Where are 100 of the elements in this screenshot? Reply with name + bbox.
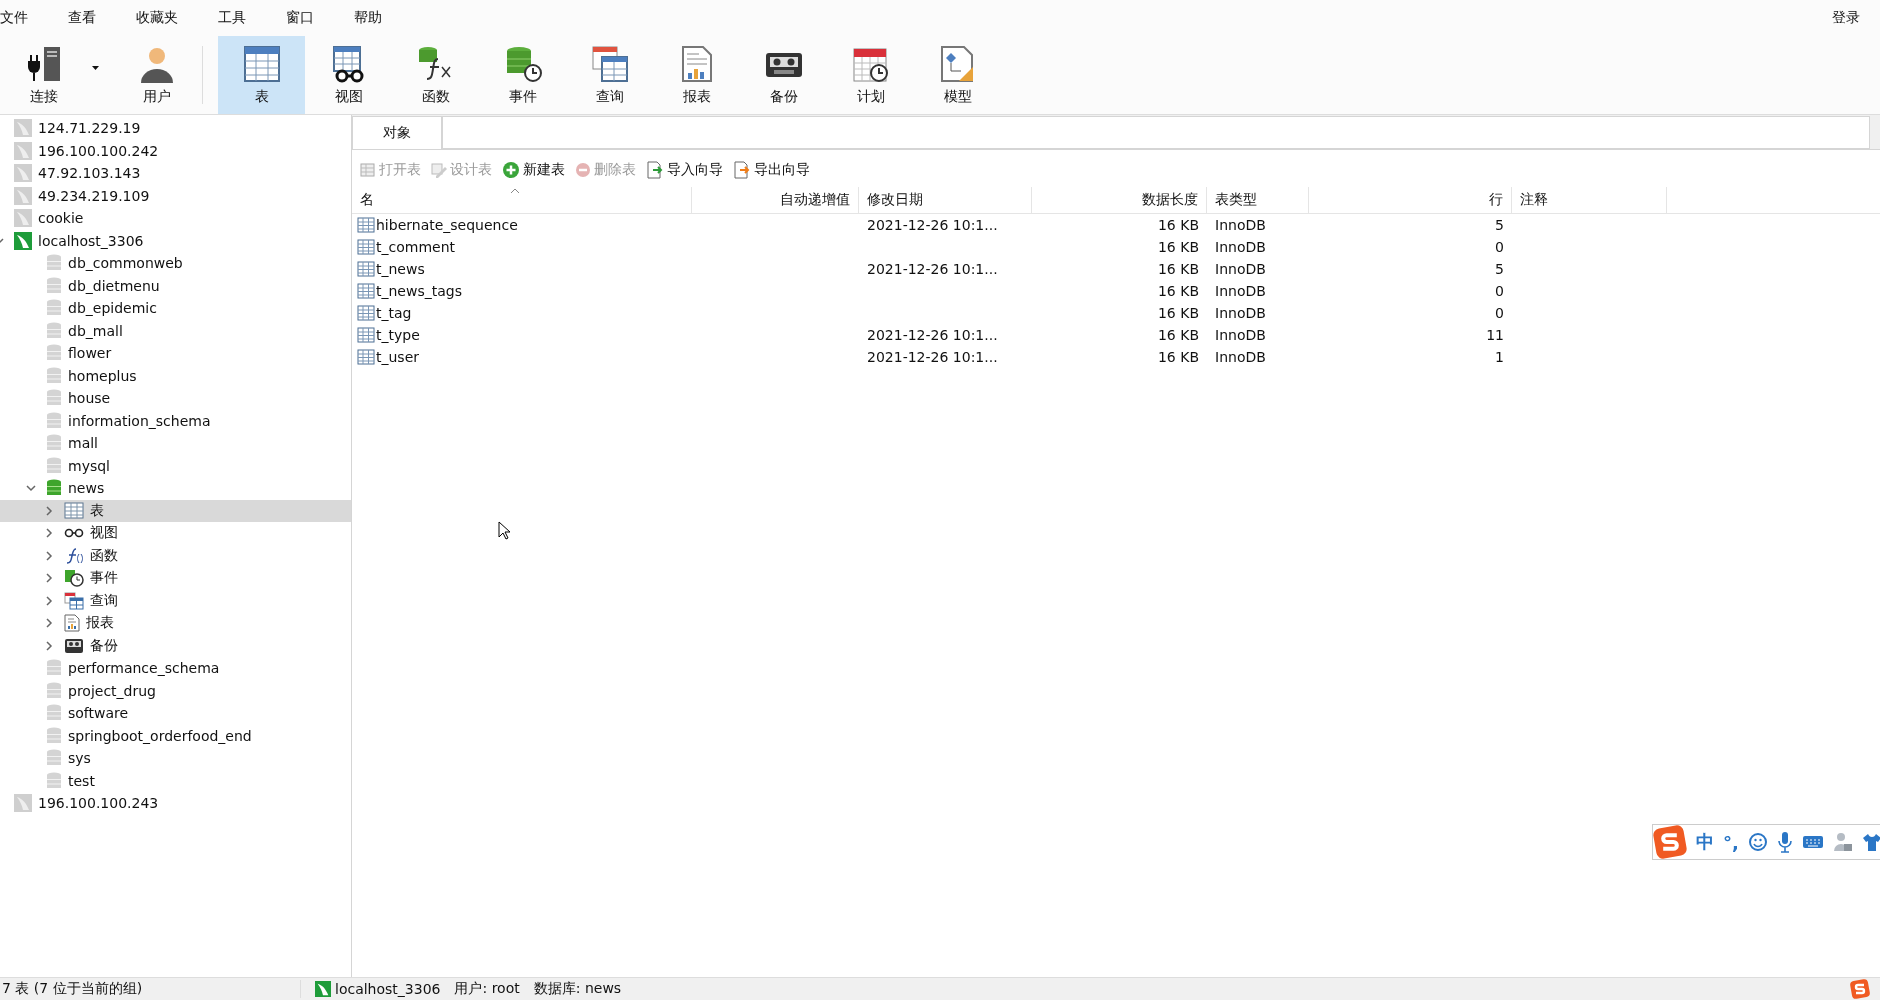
table-row[interactable]: t_comment 16 KB InnoDB 0 (352, 236, 1880, 258)
tree-item[interactable]: news (0, 477, 351, 500)
tree-item[interactable]: 函数 (0, 544, 351, 567)
tree-item[interactable]: 196.100.100.243 (0, 792, 351, 815)
chevron-icon[interactable] (44, 640, 54, 651)
tree-item[interactable]: 查询 (0, 589, 351, 612)
ime-logo-icon[interactable] (1653, 825, 1687, 859)
column-header[interactable]: 自动递增值 (692, 187, 859, 213)
tree-item[interactable]: db_mall (0, 319, 351, 342)
tree-item[interactable]: cookie (0, 207, 351, 230)
table-row[interactable]: t_news_tags 16 KB InnoDB 0 (352, 280, 1880, 302)
chevron-icon[interactable] (44, 505, 54, 516)
column-header[interactable]: 注释 (1512, 187, 1667, 213)
table-row[interactable]: t_news 2021-12-26 10:1... 16 KB InnoDB 5 (352, 258, 1880, 280)
tree-item[interactable]: 124.71.229.19 (0, 117, 351, 140)
table-cell: InnoDB (1215, 305, 1266, 321)
table-row[interactable]: t_user 2021-12-26 10:1... 16 KB InnoDB 1 (352, 346, 1880, 368)
input-mode-toggle[interactable]: 中 (1696, 830, 1714, 854)
table-cell: t_user (376, 349, 420, 365)
tree-item[interactable]: 196.100.100.242 (0, 139, 351, 162)
tree-item[interactable]: springboot_orderfood_end (0, 724, 351, 747)
glasses-icon (64, 528, 84, 539)
tree-item[interactable]: 报表 (0, 612, 351, 635)
toolbar-button[interactable]: 报表 (653, 36, 740, 114)
chevron-icon[interactable] (44, 618, 54, 629)
toolbar-button[interactable]: 函数 (392, 36, 479, 114)
punctuation-toggle[interactable]: °, (1723, 831, 1739, 853)
tree-item[interactable]: flower (0, 342, 351, 365)
action-button[interactable]: 导出向导 (731, 159, 812, 181)
tree-item[interactable]: mysql (0, 454, 351, 477)
caret-icon[interactable] (92, 66, 99, 70)
tree-item[interactable]: performance_schema (0, 657, 351, 680)
menu-item[interactable]: 文件 (0, 9, 38, 27)
chevron-icon[interactable] (44, 595, 54, 606)
tree-item[interactable]: 49.234.219.109 (0, 184, 351, 207)
column-header[interactable]: 行 (1309, 187, 1512, 213)
tree-item[interactable]: mall (0, 432, 351, 455)
pencil-icon (431, 162, 447, 178)
menu-item[interactable]: 窗口 (286, 9, 324, 27)
shirt-icon[interactable] (1861, 832, 1880, 852)
toolbar-button[interactable]: 查询 (566, 36, 653, 114)
tree-item[interactable]: 事件 (0, 567, 351, 590)
table-row[interactable]: t_tag 16 KB InnoDB 0 (352, 302, 1880, 324)
tree-item[interactable]: project_drug (0, 679, 351, 702)
tree-item[interactable]: 视图 (0, 522, 351, 545)
column-header[interactable]: 表类型 (1207, 187, 1309, 213)
ime-logo-icon[interactable] (1850, 979, 1870, 999)
action-button[interactable]: 导入向导 (644, 159, 725, 181)
tree-item[interactable]: house (0, 387, 351, 410)
toolbar-button[interactable]: 表 (218, 36, 305, 114)
table-icon (357, 349, 375, 365)
menu-item[interactable]: 收藏夹 (136, 9, 188, 27)
toolbar-button[interactable]: 计划 (827, 36, 914, 114)
user-icon[interactable] (1832, 832, 1853, 852)
tree-item[interactable]: information_schema (0, 409, 351, 432)
chevron-icon[interactable] (44, 528, 54, 539)
table-icon (357, 305, 375, 321)
chevron-icon[interactable] (26, 483, 36, 494)
menu-item[interactable]: 帮助 (354, 9, 392, 27)
menu-item[interactable]: 查看 (68, 9, 106, 27)
tree-item[interactable]: sys (0, 747, 351, 770)
table-icon (357, 283, 375, 299)
import-icon (646, 161, 664, 179)
microphone-icon[interactable] (1776, 831, 1793, 853)
toolbar-button[interactable]: 用户 (113, 36, 200, 114)
table-row[interactable]: hibernate_sequence 2021-12-26 10:1... 16 KB InnoDB 5 (352, 214, 1880, 236)
tab[interactable]: 对象 (352, 116, 442, 149)
table-cell: 2021-12-26 10:1... (867, 349, 998, 365)
table-cell: 2021-12-26 10:1... (867, 327, 998, 343)
keyboard-icon[interactable] (1801, 834, 1824, 850)
menu-item[interactable]: 工具 (218, 9, 256, 27)
tables-icon (64, 591, 84, 610)
toolbar-button[interactable]: 视图 (305, 36, 392, 114)
table-cell: 16 KB (1157, 239, 1199, 255)
column-header[interactable]: 修改日期 (859, 187, 1032, 213)
tree-item[interactable]: homeplus (0, 364, 351, 387)
column-header[interactable]: 名 (352, 187, 692, 213)
tree-item[interactable]: db_dietmenu (0, 274, 351, 297)
export-icon (733, 161, 751, 179)
smiley-icon[interactable] (1747, 832, 1768, 852)
tree-item[interactable]: 47.92.103.143 (0, 162, 351, 185)
tree-item[interactable]: db_commonweb (0, 252, 351, 275)
tree-item[interactable]: 备份 (0, 634, 351, 657)
tree-item[interactable]: test (0, 769, 351, 792)
toolbar-button[interactable]: 备份 (740, 36, 827, 114)
toolbar-button[interactable]: 事件 (479, 36, 566, 114)
chevron-icon[interactable] (44, 550, 54, 561)
table-cell: 0 (1495, 283, 1504, 299)
table-row[interactable]: t_type 2021-12-26 10:1... 16 KB InnoDB 11 (352, 324, 1880, 346)
tables-icon (589, 45, 630, 83)
tree-item[interactable]: 表 (0, 499, 351, 522)
toolbar-button[interactable]: 模型 (914, 36, 1001, 114)
column-header[interactable]: 数据长度 (1032, 187, 1207, 213)
tree-item[interactable]: software (0, 702, 351, 725)
action-button[interactable]: 新建表 (500, 159, 567, 181)
tree-item[interactable]: localhost_3306 (0, 229, 351, 252)
login-link[interactable]: 登录 (1832, 9, 1870, 27)
toolbar-button[interactable]: 连接 (5, 36, 83, 114)
chevron-icon[interactable] (44, 573, 54, 584)
tree-item[interactable]: db_epidemic (0, 297, 351, 320)
